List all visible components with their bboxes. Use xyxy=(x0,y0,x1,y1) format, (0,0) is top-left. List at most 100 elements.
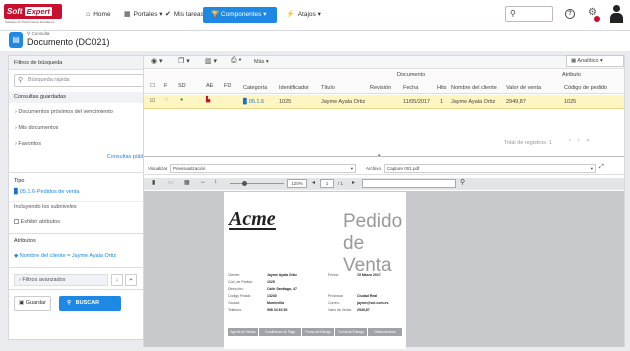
sale-value-label: Valor de Venta: xyxy=(328,308,352,312)
file-icon[interactable]: ▮ xyxy=(152,179,155,186)
filters-panel: Filtros de búsqueda« ⚲Búsqueda rápida Co… xyxy=(8,55,160,340)
col-sd[interactable]: SD xyxy=(178,83,186,89)
grid-icon[interactable]: ▦ xyxy=(184,179,190,186)
search-icon: ⚲ xyxy=(510,9,516,18)
top-search-input[interactable]: ⚲ xyxy=(505,6,553,22)
type-value-link[interactable]: ▉ 05.1.6-Pedidos de venta xyxy=(14,189,79,195)
advanced-filters-toggle[interactable]: › Filtros avanzados xyxy=(14,274,108,286)
splitter-handle[interactable]: ▴ xyxy=(378,152,381,158)
status-ok-icon: ● xyxy=(180,97,184,103)
saved-queries-header: Consultas guardadas↓ ⚙ xyxy=(9,92,159,103)
date-label: Fecha: xyxy=(328,273,339,277)
eye-icon[interactable]: ◉ ▾ xyxy=(151,57,163,65)
pdf-page: Acme Pedido de Venta Cliente: Cód. de Pe… xyxy=(224,192,406,349)
category-cell: ▉ 05.1.6 xyxy=(243,99,265,105)
prev-page-icon[interactable]: ◂ xyxy=(312,179,315,186)
col-value[interactable]: Valor de venta xyxy=(506,85,541,91)
col-date[interactable]: Fecha xyxy=(403,85,418,91)
select-all-checkbox[interactable]: ☐ xyxy=(150,83,155,89)
search-icon: ⚲ xyxy=(67,300,72,306)
footer-cell-payment: Condiciones de Pago xyxy=(259,328,301,336)
col-hits[interactable]: Hits xyxy=(437,85,446,91)
acme-logo: Acme xyxy=(229,208,276,230)
show-attributes-checkbox[interactable]: Exhibir atributos xyxy=(14,219,60,225)
include-sublevels: Incluyendo los subniveles xyxy=(14,204,77,210)
order-code-value: 1025 xyxy=(267,280,275,284)
page-input[interactable]: 1 xyxy=(320,179,334,188)
footer-cell-notes: Observaciones xyxy=(368,328,402,336)
nav-shortcuts[interactable]: ⚡ Atajos ▾ xyxy=(286,8,321,22)
viewer-header: Visualizar Previsualización ▾ Archivo Cap… xyxy=(144,164,624,175)
print-icon[interactable]: ⎙ ▾ xyxy=(231,57,242,65)
col-client[interactable]: Nombre del cliente xyxy=(451,85,497,91)
province-value: Ciudad Real xyxy=(357,294,378,298)
zoom-slider[interactable] xyxy=(230,183,284,184)
col-code[interactable]: Código de pedido xyxy=(564,85,607,91)
page-count: / 1 xyxy=(338,181,344,186)
col-ae[interactable]: AE xyxy=(206,83,213,89)
star-icon[interactable]: ☆ xyxy=(164,97,169,103)
col-revision[interactable]: Revisión xyxy=(370,85,391,91)
client-cell: Jayme Ayala Ortiz xyxy=(451,99,496,105)
portals-icon: ▦ xyxy=(124,11,131,18)
zoom-input[interactable]: 120% xyxy=(287,179,307,188)
view-mode-select[interactable]: ▦ Analítico ▾ xyxy=(566,55,624,67)
attribute-filter-link[interactable]: ◆ Nombre del cliente = Jayme Ayala Ortiz xyxy=(14,253,116,259)
file-icon: ▉ xyxy=(14,189,19,195)
col-fd[interactable]: FD xyxy=(224,83,231,89)
search-icon: ⚲ xyxy=(27,31,31,36)
col-title[interactable]: Título xyxy=(321,85,335,91)
attributes-section-title: Atributos xyxy=(14,238,36,244)
nav-portals[interactable]: ▦ Portales ▾ xyxy=(124,8,163,22)
search-icon[interactable]: ⚲ xyxy=(460,178,465,186)
col-identifier[interactable]: Identificador xyxy=(279,85,309,91)
row-checkbox[interactable]: ☑ xyxy=(150,98,155,104)
logo-subtitle: Software for Performance Excellence xyxy=(5,20,55,24)
fit-height-icon[interactable]: ↕ xyxy=(214,179,217,185)
floppy-icon: ▣ xyxy=(19,300,25,306)
user-avatar-icon[interactable] xyxy=(610,5,623,23)
group-attribute: Atributo xyxy=(562,72,581,78)
grid-header: Documento Atributo ☐ F SD AE FD Categorí… xyxy=(144,70,624,94)
pdf-toolbar: ▮ ▭ ▦ ↔ ↕ 120% ◂ 1 / 1 ▸ ⚲ xyxy=(144,178,624,190)
filter-sort-icon[interactable]: ↓ xyxy=(111,274,123,286)
search-button[interactable]: ⚲ BUSCAR xyxy=(59,296,121,311)
fit-width-icon[interactable]: ↔ xyxy=(200,179,206,185)
expand-icon[interactable]: ⤢ xyxy=(599,164,604,171)
home-icon: ⌂ xyxy=(86,11,91,18)
page-title: Documento (DC021) xyxy=(27,37,110,47)
order-code-label: Cód. de Pedido: xyxy=(228,280,254,284)
quick-search-input[interactable]: ⚲ Búsqueda rápida xyxy=(14,74,154,87)
pdf-icon[interactable]: ▙ xyxy=(206,97,210,103)
table-row[interactable]: ☑ ☆ ● ▙ ▉ 05.1.6 1025 Jayme Ayala Ortiz … xyxy=(144,95,624,109)
view-select[interactable]: Previsualización ▾ xyxy=(170,164,356,173)
trophy-icon: 🏆 xyxy=(211,11,220,18)
date-cell: 11/05/2017 xyxy=(403,99,431,105)
client-value: Jayme Ayala Ortiz xyxy=(267,273,297,277)
thumbnails-icon[interactable]: ▭ xyxy=(168,179,174,186)
help-icon[interactable]: ? xyxy=(565,9,575,19)
file-select[interactable]: Capture 001.pdf ▾ xyxy=(384,164,596,173)
footer-cell-delivery-method: Forma de Entrega xyxy=(335,328,367,336)
more-menu[interactable]: Más ▾ xyxy=(254,59,269,65)
softexpert-logo[interactable]: Soft Expert xyxy=(4,4,62,19)
type-section-title: Tipo xyxy=(14,178,25,184)
saved-item-favorites[interactable]: › Favoritos xyxy=(15,141,41,147)
bolt-icon: ⚡ xyxy=(286,11,295,18)
add-filter-icon[interactable]: + xyxy=(125,274,137,286)
save-button[interactable]: ▣ Guardar xyxy=(14,296,51,311)
zoom-slider-handle[interactable] xyxy=(242,181,247,186)
total-records: Total de registros: 1 xyxy=(504,140,552,146)
nav-home[interactable]: ⌂ Home xyxy=(86,8,111,22)
chart-icon[interactable]: ▥ ▾ xyxy=(205,57,217,65)
next-page-icon[interactable]: ▸ xyxy=(352,179,355,186)
pagination[interactable]: ‹ › » xyxy=(569,138,590,144)
col-f[interactable]: F xyxy=(164,83,167,89)
saved-item-mine[interactable]: › Mis documentos xyxy=(15,125,58,131)
view-label: Visualizar xyxy=(148,166,168,171)
col-category[interactable]: Categoría xyxy=(243,85,267,91)
saved-item-expiring[interactable]: › Documentos próximos del vencimiento xyxy=(15,109,113,115)
pdf-search-input[interactable] xyxy=(362,179,456,188)
copy-icon[interactable]: ❐ ▾ xyxy=(178,57,190,65)
nav-components[interactable]: 🏆 Componentes ▾ xyxy=(203,7,277,23)
